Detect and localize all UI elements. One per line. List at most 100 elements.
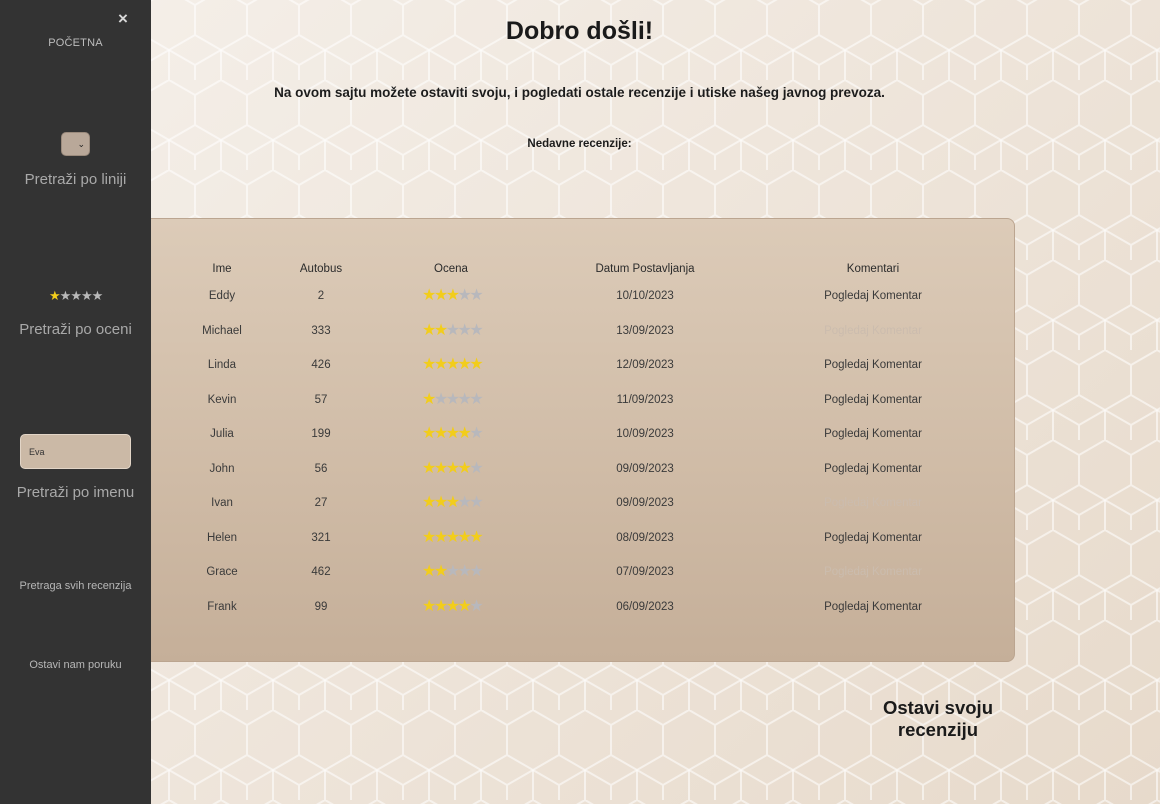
leave-message-link[interactable]: Ostavi nam poruku <box>0 659 151 671</box>
intro-text: Na ovom sajtu možete ostaviti svoju, i p… <box>274 85 885 100</box>
rating-stars: ★★★★★ <box>422 494 484 511</box>
star-icon: ★ <box>469 390 483 408</box>
star-icon: ★ <box>422 425 436 442</box>
star-icon: ★ <box>457 425 472 442</box>
star-icon: ★ <box>457 287 472 304</box>
search-by-name-label[interactable]: Pretraži po imenu <box>0 484 151 501</box>
table-cell-date: 09/09/2023 <box>616 497 674 509</box>
table-cell-date: 10/09/2023 <box>616 428 674 440</box>
star-icon: ★ <box>422 356 436 373</box>
table-cell-name: John <box>209 462 235 475</box>
table-cell-bus: 99 <box>314 600 328 613</box>
table-cell-date: 06/09/2023 <box>616 600 674 613</box>
table-cell-name: Ivan <box>211 497 233 509</box>
star-icon: ★ <box>422 287 436 304</box>
star-icon: ★ <box>422 563 436 580</box>
recent-reviews-label: Nedavne recenzije: <box>527 138 632 150</box>
chevron-down-icon: ⌄ <box>77 139 85 149</box>
star-icon: ★ <box>445 528 460 546</box>
table-cell-name: Kevin <box>207 393 237 406</box>
table-cell-bus: 57 <box>314 393 328 406</box>
view-comment-link[interactable]: Pogledaj Komentar <box>793 496 953 510</box>
table-cell-name: Linda <box>207 359 237 371</box>
star-icon: ★ <box>433 321 448 339</box>
rating-stars: ★★★★★ <box>422 321 484 339</box>
star-icon: ★ <box>469 597 483 615</box>
star-icon: ★ <box>422 459 436 477</box>
leave-review-button[interactable]: Ostavi svoju recenziju <box>845 697 1031 741</box>
star-icon[interactable]: ★ <box>60 288 72 303</box>
star-icon: ★ <box>422 494 436 511</box>
star-icon: ★ <box>433 563 448 580</box>
star-icon: ★ <box>433 597 448 615</box>
column-header-name: Ime <box>212 263 232 275</box>
star-icon: ★ <box>445 287 460 304</box>
table-cell-bus: 426 <box>311 359 331 371</box>
table-cell-date: 08/09/2023 <box>616 531 674 544</box>
all-reviews-link[interactable]: Pretraga svih recenzija <box>0 580 151 592</box>
column-header-comments: Komentari <box>846 263 900 275</box>
star-icon: ★ <box>469 494 483 511</box>
star-icon: ★ <box>445 597 460 615</box>
table-cell-date: 13/09/2023 <box>616 324 674 337</box>
table-cell-date: 12/09/2023 <box>616 359 674 371</box>
nav-home-link[interactable]: POČETNA <box>0 37 151 49</box>
search-by-line-label[interactable]: Pretraži po liniji <box>0 171 151 188</box>
star-icon: ★ <box>433 390 448 408</box>
view-comment-link[interactable]: Pogledaj Komentar <box>793 427 953 441</box>
line-select[interactable]: ⌄ <box>61 132 90 156</box>
table-cell-bus: 321 <box>311 531 331 544</box>
star-icon: ★ <box>422 597 436 615</box>
rating-stars: ★★★★★ <box>422 287 484 304</box>
rating-stars: ★★★★★ <box>422 356 484 373</box>
star-icon: ★ <box>445 563 460 580</box>
star-icon[interactable]: ★ <box>92 288 104 303</box>
table-cell-name: Eddy <box>208 290 236 302</box>
close-icon[interactable]: × <box>116 10 130 28</box>
rating-stars: ★★★★★ <box>422 597 484 615</box>
table-cell-bus: 2 <box>317 290 325 302</box>
star-icon[interactable]: ★ <box>70 288 82 303</box>
star-icon: ★ <box>433 494 448 511</box>
star-icon: ★ <box>433 425 448 442</box>
table-cell-bus: 56 <box>314 462 328 475</box>
rating-filter-stars[interactable]: ★★★★★ <box>49 289 103 303</box>
view-comment-link[interactable]: Pogledaj Komentar <box>793 358 953 372</box>
table-cell-name: Julia <box>210 428 234 440</box>
view-comment-link[interactable]: Pogledaj Komentar <box>793 393 953 407</box>
rating-stars: ★★★★★ <box>422 425 484 442</box>
table-cell-bus: 199 <box>311 428 331 440</box>
star-icon: ★ <box>469 459 483 477</box>
view-comment-link[interactable]: Pogledaj Komentar <box>793 324 953 338</box>
star-icon: ★ <box>445 390 460 408</box>
view-comment-link[interactable]: Pogledaj Komentar <box>793 462 953 476</box>
table-cell-name: Michael <box>202 324 242 337</box>
star-icon: ★ <box>445 425 460 442</box>
star-icon[interactable]: ★ <box>81 288 93 303</box>
star-icon: ★ <box>469 528 483 546</box>
view-comment-link[interactable]: Pogledaj Komentar <box>793 600 953 614</box>
view-comment-link[interactable]: Pogledaj Komentar <box>793 289 953 303</box>
star-icon: ★ <box>433 287 448 304</box>
page-title: Dobro došli! <box>505 17 654 45</box>
star-icon: ★ <box>422 528 436 546</box>
view-comment-link[interactable]: Pogledaj Komentar <box>793 531 953 545</box>
table-cell-bus: 333 <box>311 324 331 337</box>
star-icon: ★ <box>445 321 460 339</box>
rating-stars: ★★★★★ <box>422 563 484 580</box>
star-icon[interactable]: ★ <box>49 288 61 303</box>
star-icon: ★ <box>422 390 436 408</box>
star-icon: ★ <box>457 356 472 373</box>
star-icon: ★ <box>445 459 460 477</box>
table-cell-name: Grace <box>206 566 238 578</box>
rating-stars: ★★★★★ <box>422 390 484 408</box>
rating-stars: ★★★★★ <box>422 528 484 546</box>
name-search-input[interactable] <box>20 434 131 469</box>
column-header-rating: Ocena <box>434 263 468 275</box>
table-cell-date: 09/09/2023 <box>616 462 674 475</box>
column-header-bus: Autobus <box>299 263 343 275</box>
sidebar: × POČETNA ⌄ Pretraži po liniji ★★★★★ Pre… <box>0 0 151 804</box>
table-cell-bus: 27 <box>314 497 328 509</box>
view-comment-link[interactable]: Pogledaj Komentar <box>793 565 953 579</box>
search-by-rating-label[interactable]: Pretraži po oceni <box>0 321 151 338</box>
